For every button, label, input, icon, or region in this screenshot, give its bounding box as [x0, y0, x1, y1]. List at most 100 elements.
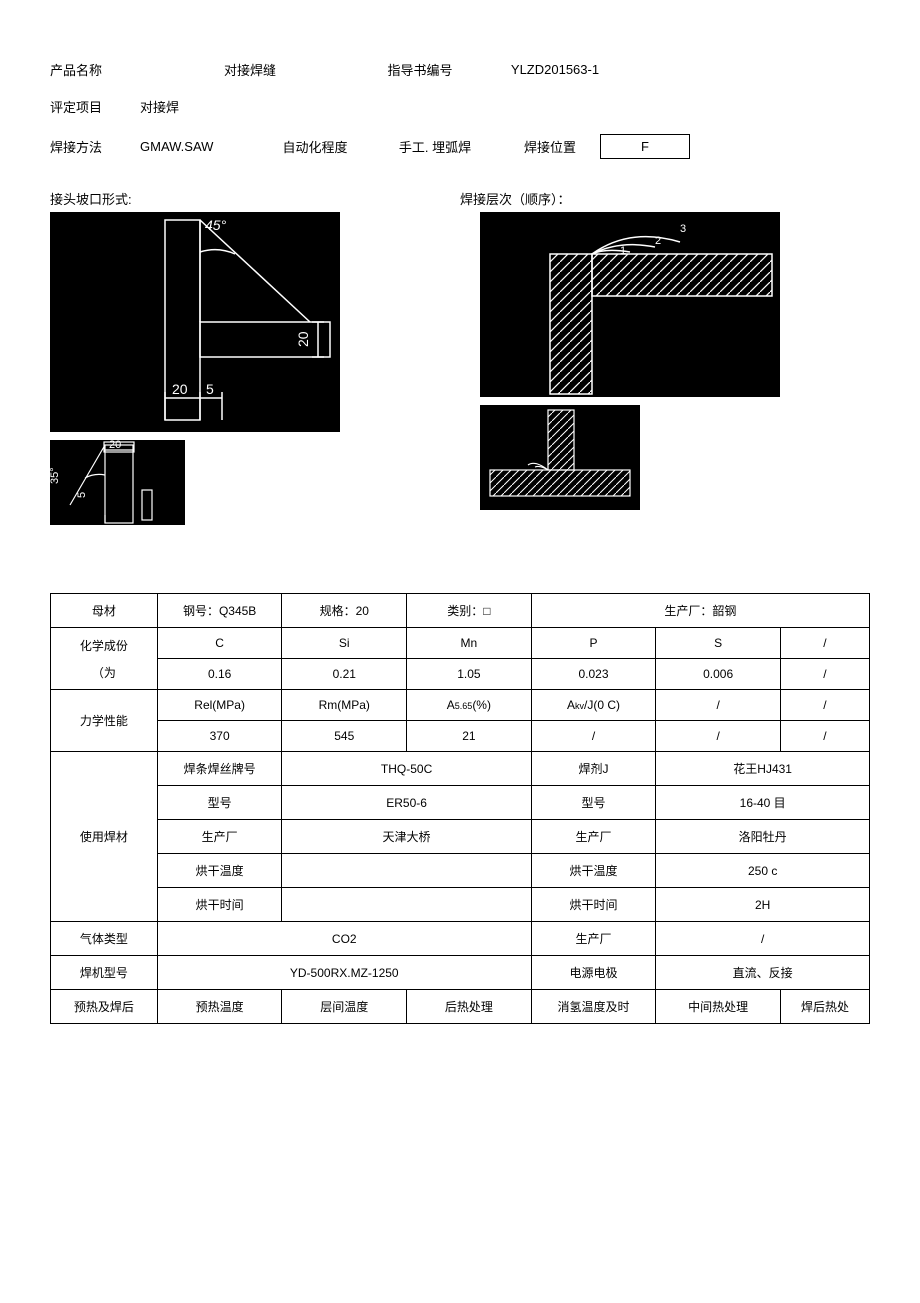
cell-preheat-temp: 预热温度 — [157, 990, 282, 1024]
cell-S: S — [656, 628, 781, 659]
cell-material-label: 使用焊材 — [51, 752, 158, 922]
cell-steel-grade: 钢号：Q345B — [157, 594, 282, 628]
cell-slash3: / — [656, 690, 781, 721]
cell-gas-producer-label: 生产厂 — [531, 922, 656, 956]
header-row-2: 评定项目 对接焊 — [50, 97, 870, 116]
cell-C: C — [157, 628, 282, 659]
cell-flux-dry-temp-label: 烘干温度 — [531, 854, 656, 888]
cell-mech-label: 力学性能 — [51, 690, 158, 752]
header-block: 产品名称 对接焊缝 指导书编号 YLZD201563-1 评定项目 对接焊 焊接… — [50, 60, 870, 159]
groove-title: 接头坡口形式: — [50, 189, 460, 208]
weld-method-label: 焊接方法 — [50, 137, 140, 156]
cell-wire-dry-time — [282, 888, 531, 922]
cell-wire-producer: 天津大桥 — [282, 820, 531, 854]
product-name-label: 产品名称 — [50, 60, 140, 79]
cell-electrode-label: 电源电极 — [531, 956, 656, 990]
diagrams-row: 45° 20 20 5 — [50, 212, 870, 533]
cell-wire-model-label: 型号 — [157, 786, 282, 820]
cell-slash5: / — [656, 721, 781, 752]
pass-2: 2 — [655, 235, 661, 247]
cell-slash4: / — [780, 690, 869, 721]
weld-position-label: 焊接位置 — [500, 137, 600, 156]
dim-20-horizontal: 20 — [172, 381, 188, 397]
layer-diagram-tee — [480, 405, 640, 510]
cell-Akv: Akv/J(0 C) — [531, 690, 656, 721]
automation-label: 自动化程度 — [260, 137, 370, 156]
angle-45-label: 45° — [205, 217, 227, 233]
dim-20-vertical: 20 — [295, 331, 311, 347]
layer-title: 焊接层次（顺序）： — [460, 189, 870, 208]
weld-method: GMAW.SAW — [140, 139, 260, 154]
header-row-1: 产品名称 对接焊缝 指导书编号 YLZD201563-1 — [50, 60, 870, 79]
cell-A: A5.65(%) — [407, 690, 532, 721]
header-row-3: 焊接方法 GMAW.SAW 自动化程度 手工. 埋弧焊 焊接位置 F — [50, 134, 870, 159]
cell-flux-label: 焊剂J — [531, 752, 656, 786]
cell-pwht: 焊后热处 — [780, 990, 869, 1024]
weld-position: F — [600, 134, 690, 159]
row-dry-temp: 烘干温度 烘干温度 250 c — [51, 854, 870, 888]
row-producer: 生产厂 天津大桥 生产厂 洛阳牡丹 — [51, 820, 870, 854]
cell-mid-heat: 中间热处理 — [656, 990, 781, 1024]
cell-flux-dry-time: 2H — [656, 888, 870, 922]
cell-slash2: / — [780, 659, 869, 690]
cell-Rel-v: 370 — [157, 721, 282, 752]
eval-item-label: 评定项目 — [50, 97, 140, 116]
cell-C-v: 0.16 — [157, 659, 282, 690]
row-model: 型号 ER50-6 型号 16-40 目 — [51, 786, 870, 820]
guide-no-label: 指导书编号 — [360, 60, 480, 79]
cell-wire-dry-time-label: 烘干时间 — [157, 888, 282, 922]
cell-S-v: 0.006 — [656, 659, 781, 690]
cell-spec: 规格：20 — [282, 594, 407, 628]
pass-1: 1 — [620, 245, 626, 257]
cell-Rm-v: 545 — [282, 721, 407, 752]
cell-machine: YD-500RX.MZ-1250 — [157, 956, 531, 990]
cell-wire-brand-label: 焊条焊丝牌号 — [157, 752, 282, 786]
row-wire-brand: 使用焊材 焊条焊丝牌号 THQ-50C 焊剂J 花王HJ431 — [51, 752, 870, 786]
cell-base-metal-label: 母材 — [51, 594, 158, 628]
cell-wire-dry-temp — [282, 854, 531, 888]
row-mech-values: 370 545 21 / / / — [51, 721, 870, 752]
eval-item: 对接焊 — [140, 97, 179, 116]
cell-Mn-v: 1.05 — [407, 659, 532, 690]
cell-flux-model-label: 型号 — [531, 786, 656, 820]
cell-wire-producer-label: 生产厂 — [157, 820, 282, 854]
groove-diagram-large: 45° 20 20 5 — [50, 212, 340, 432]
cell-Akv-v: / — [531, 721, 656, 752]
cell-P: P — [531, 628, 656, 659]
groove-diagram-column: 45° 20 20 5 — [50, 212, 440, 533]
cell-Rel: Rel(MPa) — [157, 690, 282, 721]
layer-diagram-corner: 3 2 1 — [480, 212, 780, 397]
cell-flux-brand: 花王HJ431 — [656, 752, 870, 786]
small-dim-5: 5 — [76, 492, 88, 498]
cell-gas: CO2 — [157, 922, 531, 956]
cell-wire-dry-temp-label: 烘干温度 — [157, 854, 282, 888]
cell-category: 类别：□ — [407, 594, 532, 628]
cell-gas-label: 气体类型 — [51, 922, 158, 956]
cell-postheat-label: 预热及焊后 — [51, 990, 158, 1024]
row-gas: 气体类型 CO2 生产厂 / — [51, 922, 870, 956]
spec-table: 母材 钢号：Q345B 规格：20 类别：□ 生产厂：韶钢 化学成份 （为 C … — [50, 593, 870, 1024]
cell-flux-producer-label: 生产厂 — [531, 820, 656, 854]
row-chem-values: 0.16 0.21 1.05 0.023 0.006 / — [51, 659, 870, 690]
row-mech-header: 力学性能 Rel(MPa) Rm(MPa) A5.65(%) Akv/J(0 C… — [51, 690, 870, 721]
automation: 手工. 埋弧焊 — [370, 137, 500, 156]
pass-3: 3 — [680, 223, 686, 235]
guide-no: YLZD201563-1 — [480, 62, 630, 77]
diagram-section-titles: 接头坡口形式: 焊接层次（顺序）： — [50, 189, 870, 208]
cell-wire-brand: THQ-50C — [282, 752, 531, 786]
cell-post-heat: 后热处理 — [407, 990, 532, 1024]
cell-wire-model: ER50-6 — [282, 786, 531, 820]
cell-machine-label: 焊机型号 — [51, 956, 158, 990]
cell-producer: 生产厂：韶钢 — [531, 594, 869, 628]
cell-electrode: 直流、反接 — [656, 956, 870, 990]
row-chem-header: 化学成份 （为 C Si Mn P S / — [51, 628, 870, 659]
cell-P-v: 0.023 — [531, 659, 656, 690]
row-base-metal: 母材 钢号：Q345B 规格：20 类别：□ 生产厂：韶钢 — [51, 594, 870, 628]
cell-flux-model: 16-40 目 — [656, 786, 870, 820]
cell-flux-dry-time-label: 烘干时间 — [531, 888, 656, 922]
product-name: 对接焊缝 — [140, 60, 360, 79]
groove-diagram-small: 35° 20 5 — [50, 440, 185, 525]
cell-slash1: / — [780, 628, 869, 659]
cell-A-v: 21 — [407, 721, 532, 752]
cell-Rm: Rm(MPa) — [282, 690, 407, 721]
